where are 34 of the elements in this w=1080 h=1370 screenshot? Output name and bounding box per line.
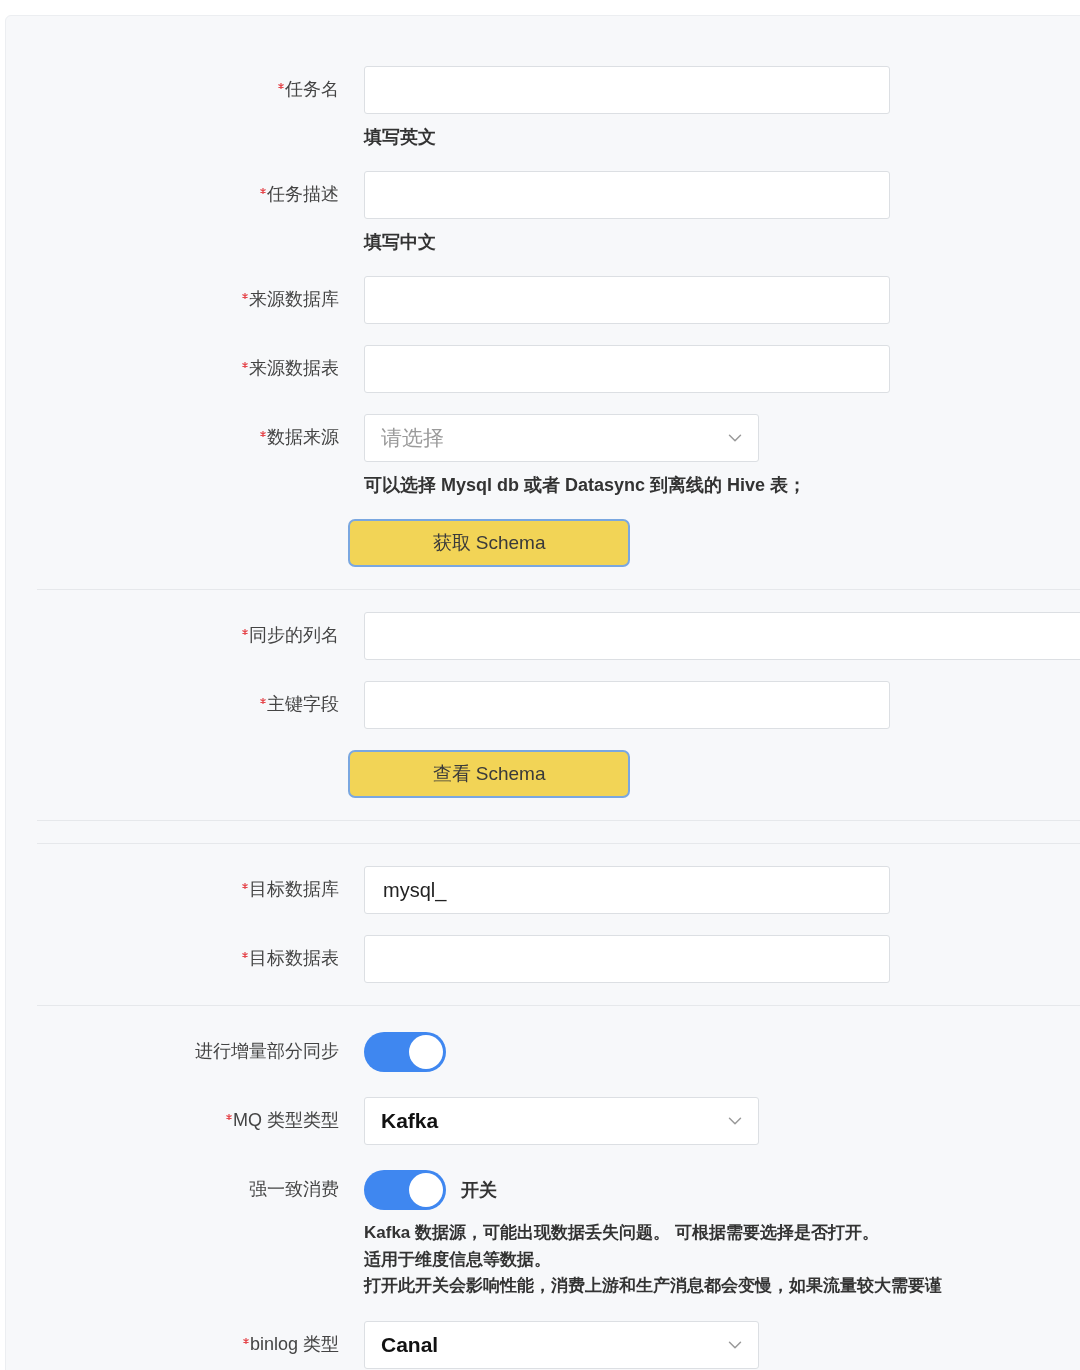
field-label: 目标数据表 bbox=[242, 945, 339, 971]
toggle-switch[interactable] bbox=[364, 1032, 446, 1072]
schema-button[interactable]: 查看 Schema bbox=[348, 750, 630, 798]
note-text: 适用于维度信息等数据。 bbox=[364, 1248, 552, 1271]
field-label: 同步的列名 bbox=[242, 622, 339, 648]
field-label: 来源数据表 bbox=[242, 355, 339, 381]
field-label: 来源数据库 bbox=[242, 286, 339, 312]
text-field[interactable] bbox=[364, 276, 890, 324]
text-field[interactable] bbox=[364, 171, 890, 219]
select-field[interactable]: Canal bbox=[364, 1320, 759, 1369]
field-label: 数据来源 bbox=[260, 424, 339, 450]
text-field[interactable] bbox=[364, 345, 890, 393]
text-field[interactable] bbox=[364, 612, 1080, 660]
text-field[interactable] bbox=[364, 66, 890, 114]
switch-label: 开关 bbox=[461, 1178, 497, 1202]
field-label: 强一致消费 bbox=[249, 1178, 339, 1201]
hint-text: 可以选择 Mysql db 或者 Datasync 到离线的 Hive 表； bbox=[364, 474, 807, 497]
field-label: 进行增量部分同步 bbox=[195, 1040, 339, 1063]
select-field[interactable]: Kafka bbox=[364, 1097, 759, 1145]
field-label: 任务描述 bbox=[260, 181, 339, 207]
hint-text: 填写中文 bbox=[364, 231, 437, 254]
hint-text: 填写英文 bbox=[364, 126, 437, 149]
text-field[interactable] bbox=[364, 935, 890, 983]
field-label: MQ 类型类型 bbox=[226, 1107, 339, 1133]
field-label: 任务名 bbox=[278, 76, 339, 102]
field-label: binlog 类型 bbox=[242, 1330, 339, 1357]
field-label: 目标数据库 bbox=[242, 876, 339, 902]
field-label: 主键字段 bbox=[260, 691, 339, 717]
toggle-switch[interactable] bbox=[364, 1170, 446, 1210]
text-field[interactable] bbox=[364, 681, 890, 729]
note-text: Kafka 数据源，可能出现数据丢失问题。 可根据需要选择是否打开。 bbox=[364, 1222, 880, 1244]
text-field[interactable]: mysql_ bbox=[364, 866, 890, 914]
schema-button[interactable]: 获取 Schema bbox=[348, 519, 630, 567]
note-text: 打开此开关会影响性能，消费上游和生产消息都会变慢，如果流量较大需要谨 bbox=[364, 1275, 942, 1297]
